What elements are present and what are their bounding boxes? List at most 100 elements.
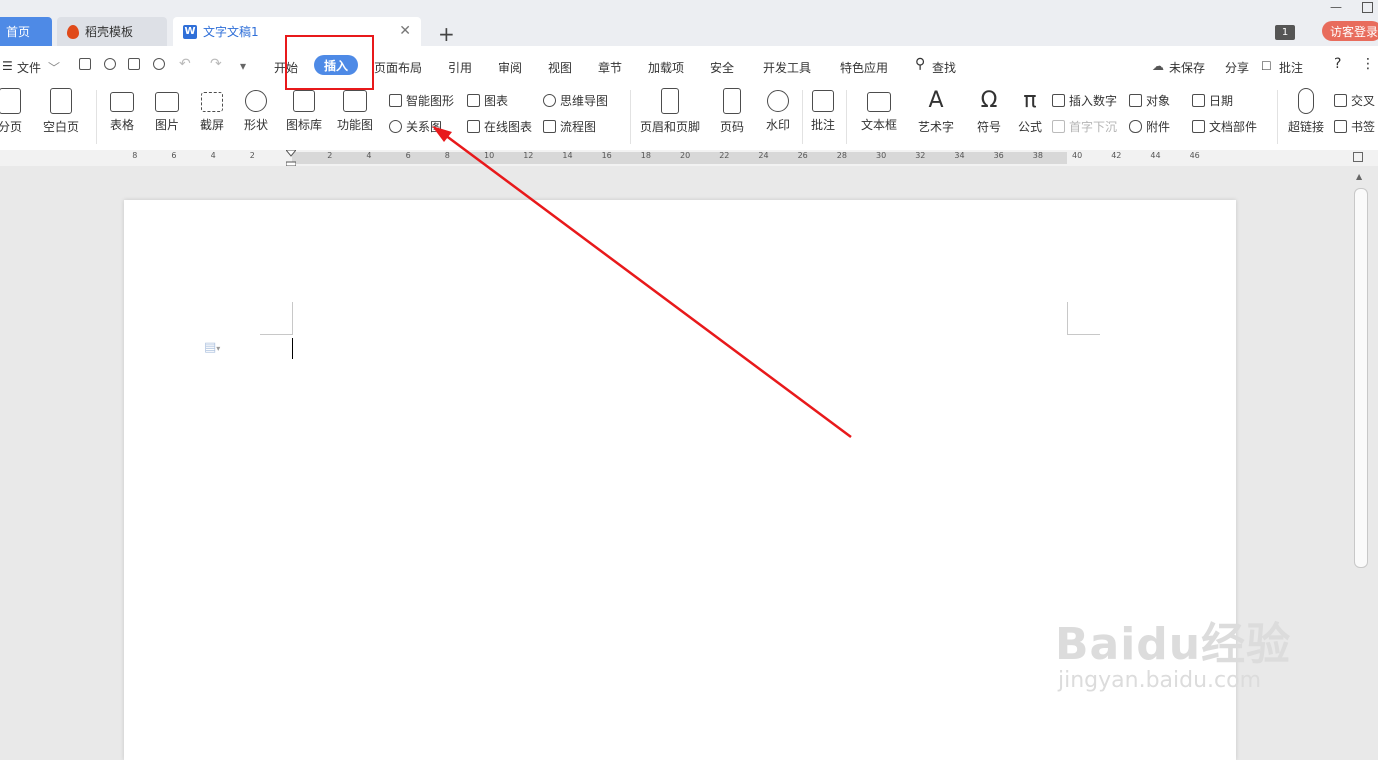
print-icon[interactable] [128,58,140,70]
menu-bar: ☰ 文件 ﹀ ↶ ↷ ▾ 开始 插入 页面布局 引用 审阅 视图 章节 加载项 … [0,46,1378,84]
menu-developer[interactable]: 开发工具 [763,59,811,76]
tab-home[interactable]: 首页 [0,17,52,46]
ribbon-separator [630,90,631,144]
attachment-label: 附件 [1146,120,1171,134]
relation-chart-button[interactable]: 关系图 [389,118,442,135]
ruler-number: 12 [523,151,534,160]
minimize-icon[interactable]: — [1330,0,1342,14]
drop-cap-label: 首字下沉 [1069,120,1118,134]
more-options-icon[interactable]: ⋮ [1361,56,1375,72]
formula-button[interactable]: π 公式 [1000,88,1060,135]
print-preview-icon[interactable] [153,58,165,70]
smart-shape-button[interactable]: 智能图形 [389,92,454,109]
ruler-number: 8 [132,151,138,160]
hamburger-icon[interactable]: ☰ [2,59,13,73]
picture-icon [155,92,179,112]
ruler-number: 20 [680,151,691,160]
guest-login-button[interactable]: 访客登录 [1322,21,1378,41]
header-footer-icon [661,88,679,114]
date-button[interactable]: 日期 [1192,92,1233,109]
object-button[interactable]: 对象 [1129,92,1170,109]
redo-icon[interactable]: ↷ [210,56,222,72]
menu-references[interactable]: 引用 [448,59,472,76]
chart-button[interactable]: 图表 [467,92,508,109]
menu-addins[interactable]: 加载项 [648,59,684,76]
new-tab-plus-icon[interactable]: + [438,22,455,46]
menu-security[interactable]: 安全 [710,59,734,76]
comment-insert-button[interactable]: 批注 [793,88,853,133]
blank-page-icon [50,88,72,114]
cross-reference-icon [1334,94,1347,107]
menu-features[interactable]: 特色应用 [840,59,888,76]
indent-marker-icon[interactable] [284,149,298,167]
ruler-number: 38 [1032,151,1043,160]
drop-cap-icon [1052,120,1065,133]
wordart-button[interactable]: A 艺术字 [906,88,966,135]
tab-template[interactable]: 稻壳模板 [57,17,167,46]
menu-file[interactable]: 文件 [17,59,41,76]
link-icon [1298,88,1314,114]
flowchart-icon [543,120,556,133]
hyperlink-button[interactable]: 超链接 [1276,88,1336,135]
ruler-toggle-icon[interactable] [1353,152,1363,162]
close-tab-icon[interactable]: ✕ [399,23,411,39]
insert-number-label: 插入数字 [1069,94,1118,108]
cross-reference-label: 交叉 [1351,94,1376,108]
attachment-button[interactable]: 附件 [1129,118,1170,135]
mindmap-button[interactable]: 思维导图 [543,92,608,109]
function-chart-button[interactable]: 功能图 [325,88,385,133]
wordart-icon: A [928,88,944,113]
scroll-up-icon[interactable]: ▲ [1356,172,1362,181]
text-cursor [292,338,293,359]
docer-flame-icon [67,24,79,39]
menu-page-layout[interactable]: 页面布局 [374,59,422,76]
maximize-icon[interactable] [1362,2,1373,13]
ruler-number: 16 [601,151,612,160]
smart-shape-icon [389,94,402,107]
menu-view[interactable]: 视图 [548,59,572,76]
menu-review[interactable]: 审阅 [498,59,522,76]
ruler-number: 14 [562,151,573,160]
title-bar: 首页 稻壳模板 W 文字文稿1 ✕ + — 1 访客登录 [0,0,1378,46]
ruler-number: 32 [915,151,926,160]
ruler-number: 36 [993,151,1004,160]
watermark-icon [767,90,789,112]
ribbon-insert: 分页 空白页 表格 图片 截屏 形状 图标库 功能图 智能图形 图表 思维导图 … [0,84,1378,151]
cross-reference-button[interactable]: 交叉 [1334,92,1375,109]
help-icon[interactable]: ? [1334,56,1341,72]
header-footer-button[interactable]: 页眉和页脚 [639,88,701,135]
chevron-down-icon[interactable]: ﹀ [48,59,60,76]
search-icon[interactable]: ⚲ [915,56,925,72]
save-icon[interactable] [79,58,91,70]
menu-search[interactable]: 查找 [932,59,956,76]
blank-page-button[interactable]: 空白页 [31,88,91,135]
unsaved-status[interactable]: 未保存 [1169,59,1205,76]
ruler-number: 24 [758,151,769,160]
quick-access-more-icon[interactable]: ▾ [240,59,246,73]
number-icon [1052,94,1065,107]
window-count-badge[interactable]: 1 [1275,25,1295,40]
textbox-icon [867,92,891,112]
object-icon [1129,94,1142,107]
online-chart-button[interactable]: 在线图表 [467,118,532,135]
doc-parts-button[interactable]: 文档部件 [1192,118,1257,135]
online-chart-icon [467,120,480,133]
horizontal-ruler[interactable]: 8 6 4 2 2 4 6 8 10 12 14 16 18 20 22 24 26 28 30 32 34 36 38 40… [0,149,1378,167]
relation-chart-icon [389,120,402,133]
flowchart-button[interactable]: 流程图 [543,118,596,135]
comment-button[interactable]: 批注 [1279,59,1303,76]
wordart-label: 艺术字 [917,120,954,134]
chart-label: 图表 [484,94,509,108]
ruler-number: 4 [366,151,372,160]
insert-number-button[interactable]: 插入数字 [1052,92,1117,109]
textbox-button[interactable]: 文本框 [849,88,909,133]
drop-cap-button[interactable]: 首字下沉 [1052,118,1117,135]
share-button[interactable]: 分享 [1225,59,1249,76]
bookmark-button[interactable]: 书签 [1334,118,1375,135]
undo-icon[interactable]: ↶ [179,56,191,72]
format-painter-icon[interactable] [104,58,116,70]
menu-section[interactable]: 章节 [598,59,622,76]
vertical-scrollbar[interactable] [1354,188,1368,568]
paragraph-options-icon[interactable]: ▤▾ [204,340,220,355]
ruler-number: 26 [797,151,808,160]
